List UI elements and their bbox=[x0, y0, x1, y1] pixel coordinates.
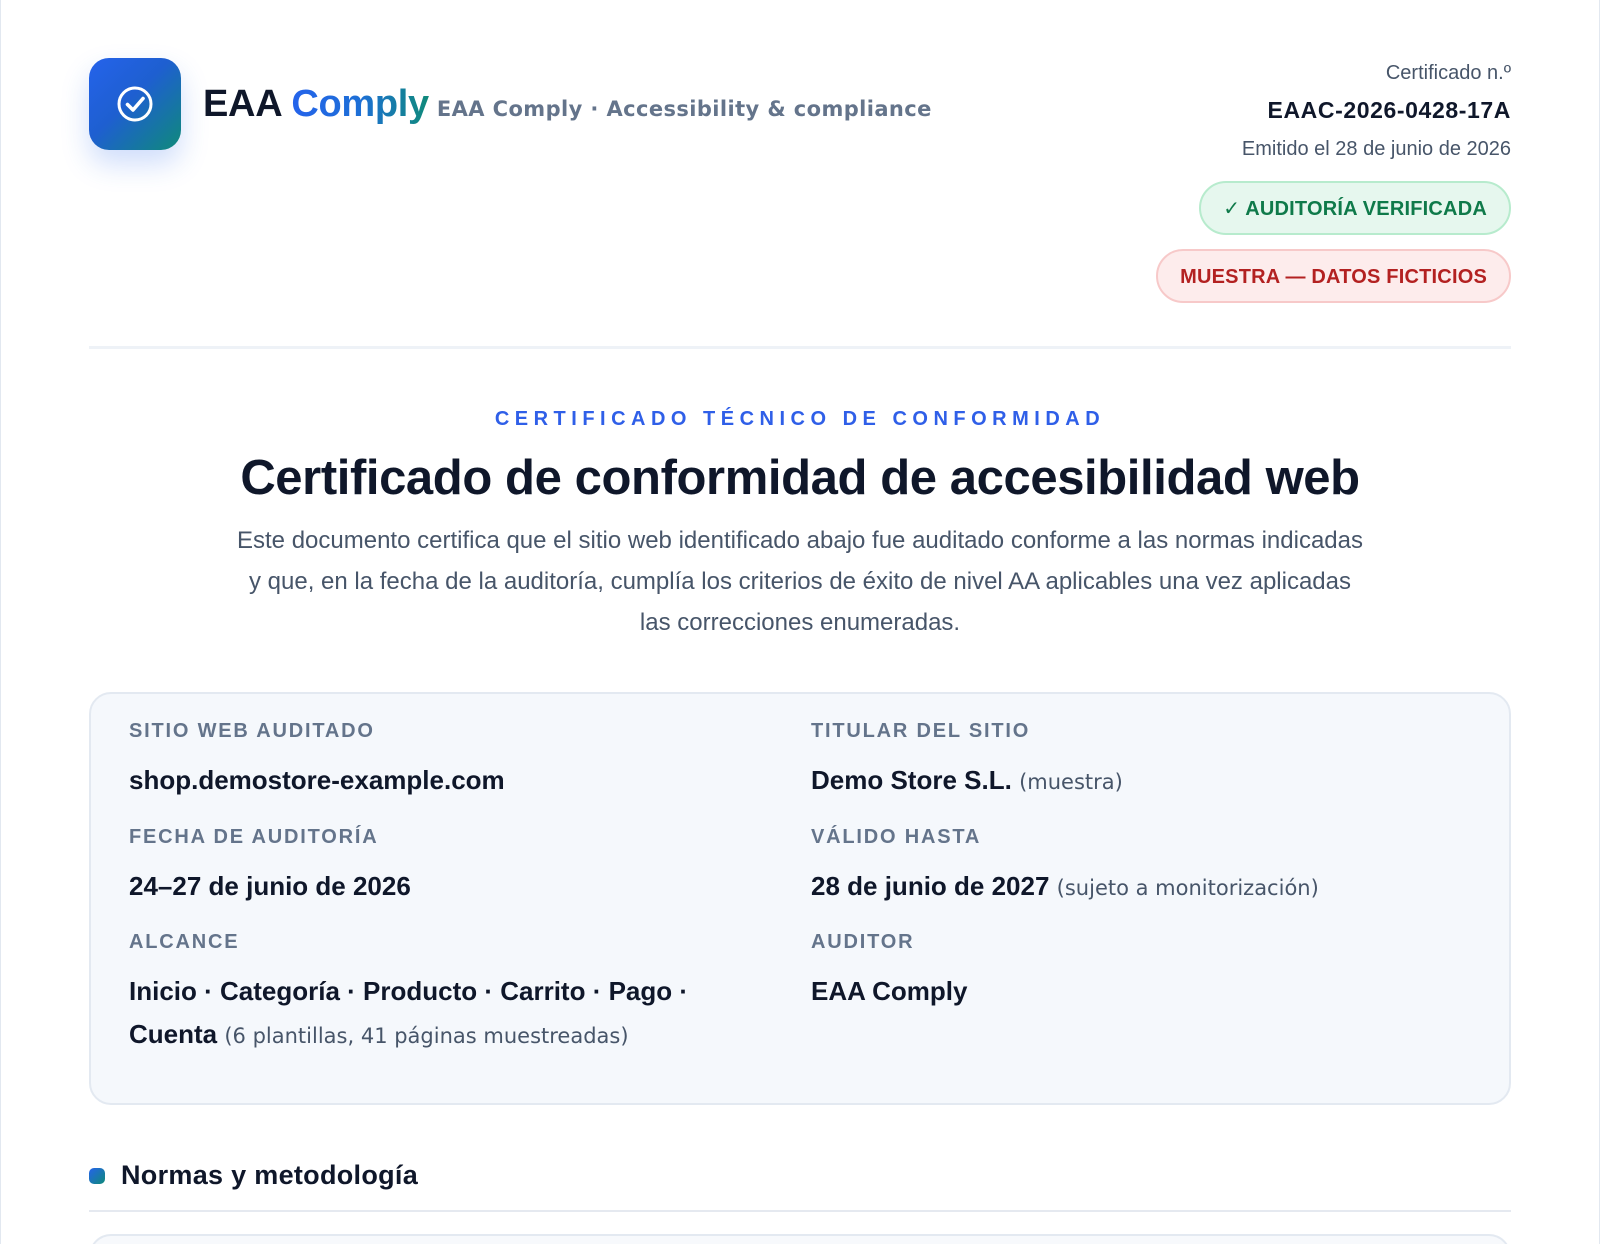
intro-text: Este documento certifica que el sitio we… bbox=[237, 527, 1363, 636]
brand-accent: Comply bbox=[291, 82, 429, 125]
field-label: FECHA DE AUDITORÍA bbox=[129, 826, 379, 848]
field-date: FECHA DE AUDITORÍA 24–27 de junio de 202… bbox=[129, 826, 769, 908]
owner-note: (muestra) bbox=[1019, 770, 1123, 794]
verified-badge: ✓ AUDITORÍA VERIFICADA bbox=[1199, 181, 1511, 235]
auditor-value: EAA Comply bbox=[811, 970, 1451, 1013]
scope-value: Inicio · Categoría · Producto · Carrito … bbox=[129, 970, 729, 1058]
field-owner: TITULAR DEL SITIO Demo Store S.L. (muest… bbox=[811, 720, 1451, 804]
certificate-page: EAA Comply EAA Comply · Accessibility & … bbox=[0, 0, 1600, 1244]
field-label: VÁLIDO HASTA bbox=[811, 826, 982, 848]
audit-date-text: 24–27 de junio de 2026 bbox=[129, 871, 411, 901]
section-heading: Normas y metodología bbox=[89, 1160, 418, 1191]
issue-date: Emitido el 28 de junio de 2026 bbox=[1241, 138, 1511, 160]
audit-date: 24–27 de junio de 2026 bbox=[129, 865, 769, 908]
brand-name: EAA bbox=[203, 82, 283, 125]
field-label: SITIO WEB AUDITADO bbox=[129, 720, 375, 742]
site-url: shop.demostore-example.com bbox=[129, 759, 769, 802]
brand-text: EAA Comply EAA Comply · Accessibility & … bbox=[203, 83, 932, 126]
auditor-name: EAA Comply bbox=[811, 976, 968, 1006]
owner-name: Demo Store S.L. bbox=[811, 765, 1012, 795]
section-bullet-icon bbox=[89, 1167, 105, 1184]
field-scope: ALCANCE Inicio · Categoría · Producto · … bbox=[129, 931, 729, 1058]
field-label: ALCANCE bbox=[129, 931, 240, 953]
header: EAA Comply EAA Comply · Accessibility & … bbox=[89, 58, 1511, 308]
field-label: AUDITOR bbox=[811, 931, 915, 953]
eyebrow: CERTIFICADO TÉCNICO DE CONFORMIDAD bbox=[494, 408, 1106, 430]
certificate-meta: Certificado n.º EAAC-2026-0428-17A Emiti… bbox=[1156, 62, 1511, 303]
check-circle-icon bbox=[117, 86, 153, 122]
standards-card bbox=[89, 1234, 1511, 1244]
header-divider bbox=[89, 346, 1511, 349]
valid-until-text: 28 de junio de 2027 bbox=[811, 871, 1050, 901]
field-auditor: AUDITOR EAA Comply bbox=[811, 931, 1451, 1013]
valid-note: (sujeto a monitorización) bbox=[1056, 876, 1319, 900]
sample-badge: MUESTRA — DATOS FICTICIOS bbox=[1156, 249, 1511, 303]
field-site: SITIO WEB AUDITADO shop.demostore-exampl… bbox=[129, 720, 769, 802]
certificate-number: EAAC-2026-0428-17A bbox=[1267, 97, 1511, 123]
site-url-text: shop.demostore-example.com bbox=[129, 765, 505, 795]
field-valid: VÁLIDO HASTA 28 de junio de 2027 (sujeto… bbox=[811, 826, 1451, 910]
scope-note: (6 plantillas, 41 páginas muestreadas) bbox=[224, 1024, 629, 1048]
page-title: Certificado de conformidad de accesibili… bbox=[240, 451, 1360, 505]
brand-tagline: EAA Comply · Accessibility & compliance bbox=[436, 96, 932, 121]
field-label: TITULAR DEL SITIO bbox=[811, 720, 1031, 742]
brand: EAA Comply EAA Comply · Accessibility & … bbox=[89, 58, 932, 150]
section-title: Normas y metodología bbox=[121, 1160, 419, 1190]
logo bbox=[89, 58, 181, 150]
certificate-number-label: Certificado n.º bbox=[1385, 62, 1511, 84]
owner-value: Demo Store S.L. (muestra) bbox=[811, 759, 1451, 804]
valid-until: 28 de junio de 2027 (sujeto a monitoriza… bbox=[811, 865, 1451, 910]
section-divider bbox=[89, 1210, 1511, 1212]
details-card: SITIO WEB AUDITADO shop.demostore-exampl… bbox=[89, 692, 1511, 1105]
